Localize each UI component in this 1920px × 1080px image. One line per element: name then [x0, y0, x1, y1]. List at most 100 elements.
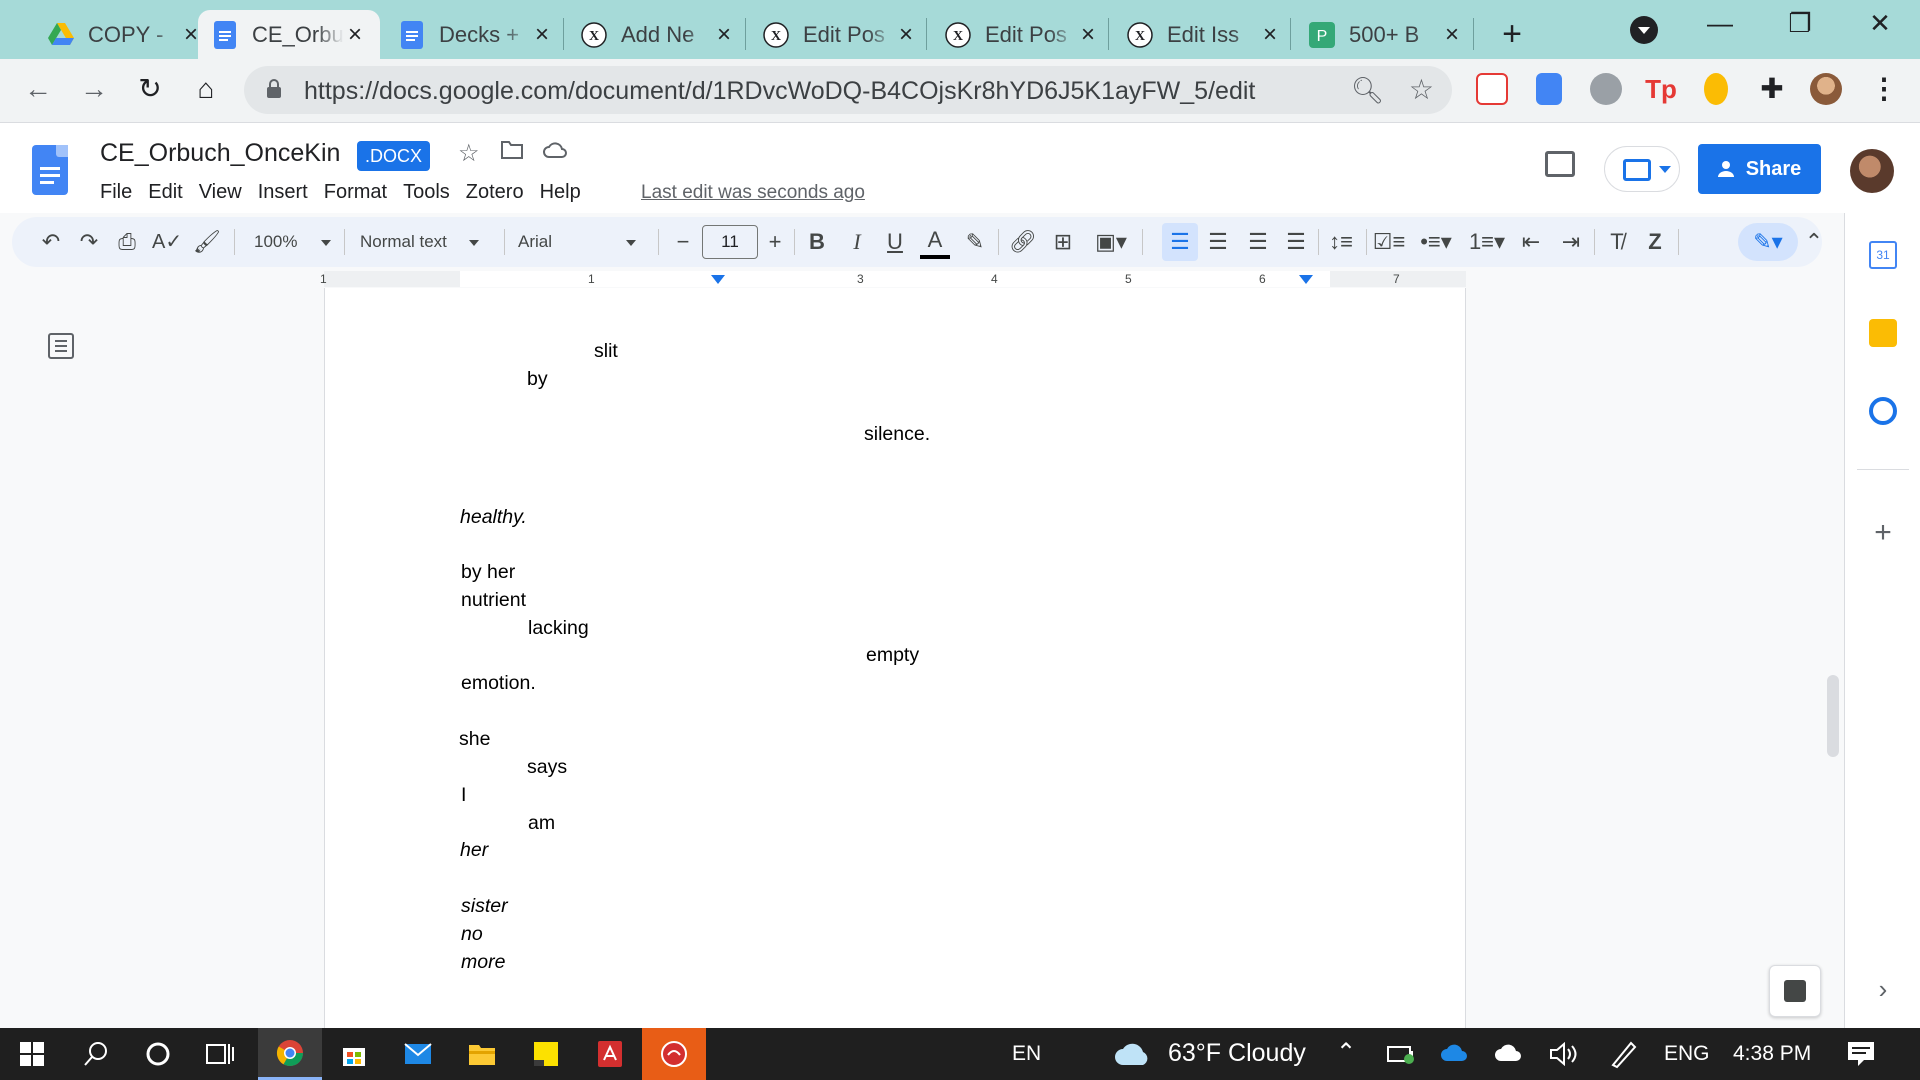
increase-indent-icon[interactable]: ⇥ [1556, 225, 1586, 259]
paragraph-style-select[interactable]: Normal text [360, 225, 500, 259]
orange-extension-icon[interactable] [1704, 73, 1728, 105]
weather-text[interactable]: 63°F Cloudy [1168, 1039, 1306, 1068]
cortana-icon[interactable] [126, 1028, 190, 1080]
menu-zotero[interactable]: Zotero [458, 181, 532, 204]
zoom-select[interactable]: 100% [254, 225, 334, 259]
volume-icon[interactable] [1544, 1028, 1584, 1080]
underline-icon[interactable]: U [880, 225, 910, 259]
profile-avatar[interactable] [1810, 73, 1842, 105]
address-bar[interactable]: https://docs.google.com/document/d/1RDvc… [244, 66, 1452, 114]
spellcheck-icon[interactable]: A✓ [152, 225, 182, 259]
zotero-icon[interactable]: Z [1640, 225, 1670, 259]
tab-search-icon[interactable] [1630, 16, 1658, 44]
close-tab-icon[interactable]: × [895, 21, 917, 48]
undo-icon[interactable]: ↶ [36, 225, 66, 259]
zoom-magnifier-icon[interactable]: 🔍︎ [1351, 75, 1384, 106]
menu-format[interactable]: Format [316, 181, 395, 204]
notifications-icon[interactable] [1836, 1028, 1886, 1080]
keep-icon[interactable] [1869, 319, 1897, 347]
calendar-icon[interactable]: 31 [1869, 241, 1897, 269]
onedrive-personal-icon[interactable] [1490, 1028, 1530, 1080]
browser-tab[interactable]: P 500+ B × [1295, 10, 1477, 59]
tasks-icon[interactable] [1869, 397, 1897, 425]
chrome-taskbar-icon[interactable] [258, 1028, 322, 1080]
close-tab-icon[interactable]: × [1077, 21, 1099, 48]
mail-icon[interactable] [386, 1028, 450, 1080]
close-tab-icon[interactable]: × [531, 21, 553, 48]
close-tab-icon[interactable]: × [1441, 21, 1463, 48]
print-icon[interactable]: ⎙ [112, 225, 142, 259]
increase-font-size-icon[interactable]: + [762, 225, 788, 259]
align-center-icon[interactable]: ☰ [1202, 225, 1234, 259]
comments-icon[interactable] [1545, 151, 1575, 177]
puzzle-extensions-icon[interactable]: ✚ [1756, 73, 1788, 105]
close-tab-icon[interactable]: × [344, 21, 366, 48]
browser-tab-active[interactable]: CE_Orbuch × [198, 10, 380, 59]
align-right-icon[interactable]: ☰ [1242, 225, 1274, 259]
font-select[interactable]: Arial [518, 225, 658, 259]
add-addon-icon[interactable]: + [1869, 518, 1897, 548]
vertical-scrollbar-thumb[interactable] [1827, 675, 1839, 757]
left-indent-marker[interactable] [711, 275, 725, 284]
file-explorer-icon[interactable] [450, 1028, 514, 1080]
input-language-short[interactable]: EN [1012, 1042, 1041, 1066]
text-color-icon[interactable]: A [920, 225, 950, 259]
task-view-icon[interactable] [188, 1028, 252, 1080]
google-docs-logo-icon[interactable] [32, 145, 68, 195]
share-button[interactable]: Share [1698, 144, 1821, 194]
tp-extension-icon[interactable]: Tp [1645, 73, 1677, 105]
menu-tools[interactable]: Tools [395, 181, 458, 204]
acrobat-icon[interactable] [578, 1028, 642, 1080]
insert-image-icon[interactable]: ▣▾ [1088, 225, 1134, 259]
restore-window-icon[interactable]: ❐ [1770, 8, 1830, 39]
close-tab-icon[interactable]: × [1259, 21, 1281, 48]
minimize-window-icon[interactable]: — [1690, 8, 1750, 39]
menu-edit[interactable]: Edit [140, 181, 190, 204]
ruler[interactable]: 1 1 3 4 5 6 7 [320, 271, 1466, 287]
cloud-status-icon[interactable] [542, 139, 568, 167]
store-icon[interactable] [322, 1028, 386, 1080]
pen-workspace-icon[interactable] [1604, 1028, 1644, 1080]
browser-tab[interactable]: Decks + × [385, 10, 567, 59]
home-icon[interactable]: ⌂ [186, 69, 226, 109]
help-extension-icon[interactable] [1590, 73, 1622, 105]
browser-menu-icon[interactable]: ⋮ [1868, 73, 1900, 105]
bold-icon[interactable]: B [802, 225, 832, 259]
clear-formatting-icon[interactable]: T̸ [1602, 225, 1632, 259]
browser-tab[interactable]: COPY - × [34, 10, 216, 59]
checklist-icon[interactable]: ☑≡ [1372, 225, 1406, 259]
new-tab-button[interactable]: + [1492, 14, 1532, 54]
docs-extension-icon[interactable] [1536, 73, 1562, 105]
clock-time[interactable]: 4:38 PM [1733, 1042, 1811, 1066]
battery-icon[interactable] [1382, 1028, 1422, 1080]
align-left-icon[interactable]: ☰ [1164, 225, 1196, 259]
bookmark-star-icon[interactable]: ☆ [1409, 73, 1434, 106]
user-avatar[interactable] [1850, 149, 1894, 193]
input-language[interactable]: ENG [1664, 1042, 1710, 1066]
forward-arrow-icon[interactable]: → [74, 69, 114, 109]
close-tab-icon[interactable]: × [713, 21, 735, 48]
menu-insert[interactable]: Insert [250, 181, 316, 204]
numbered-list-icon[interactable]: 1≡▾ [1464, 225, 1510, 259]
document-title[interactable]: CE_Orbuch_OnceKin [100, 139, 340, 168]
document-outline-icon[interactable] [48, 333, 74, 359]
security-app-icon[interactable] [642, 1028, 706, 1080]
add-comment-icon[interactable]: ⊞ [1048, 225, 1078, 259]
browser-tab[interactable]: X Add Ne × [567, 10, 749, 59]
right-indent-marker[interactable] [1299, 275, 1313, 284]
browser-tab[interactable]: X Edit Pos × [749, 10, 931, 59]
back-arrow-icon[interactable]: ← [18, 69, 58, 109]
font-size-input[interactable]: 11 [702, 225, 758, 259]
show-hidden-icons-chevron-icon[interactable]: ⌃ [1336, 1038, 1356, 1067]
expand-panel-chevron-icon[interactable]: › [1869, 975, 1897, 1003]
search-icon[interactable] [64, 1028, 128, 1080]
move-folder-icon[interactable] [500, 139, 524, 168]
onedrive-icon[interactable] [1436, 1028, 1476, 1080]
explore-button[interactable] [1769, 965, 1821, 1017]
sticky-notes-icon[interactable] [514, 1028, 578, 1080]
line-spacing-icon[interactable]: ↕≡ [1324, 225, 1358, 259]
insert-link-icon[interactable]: 🔗︎ [1006, 225, 1040, 259]
collapse-toolbar-chevron-icon[interactable]: ⌃ [1804, 225, 1824, 259]
menu-help[interactable]: Help [532, 181, 589, 204]
highlight-color-icon[interactable]: ✎ [960, 225, 990, 259]
